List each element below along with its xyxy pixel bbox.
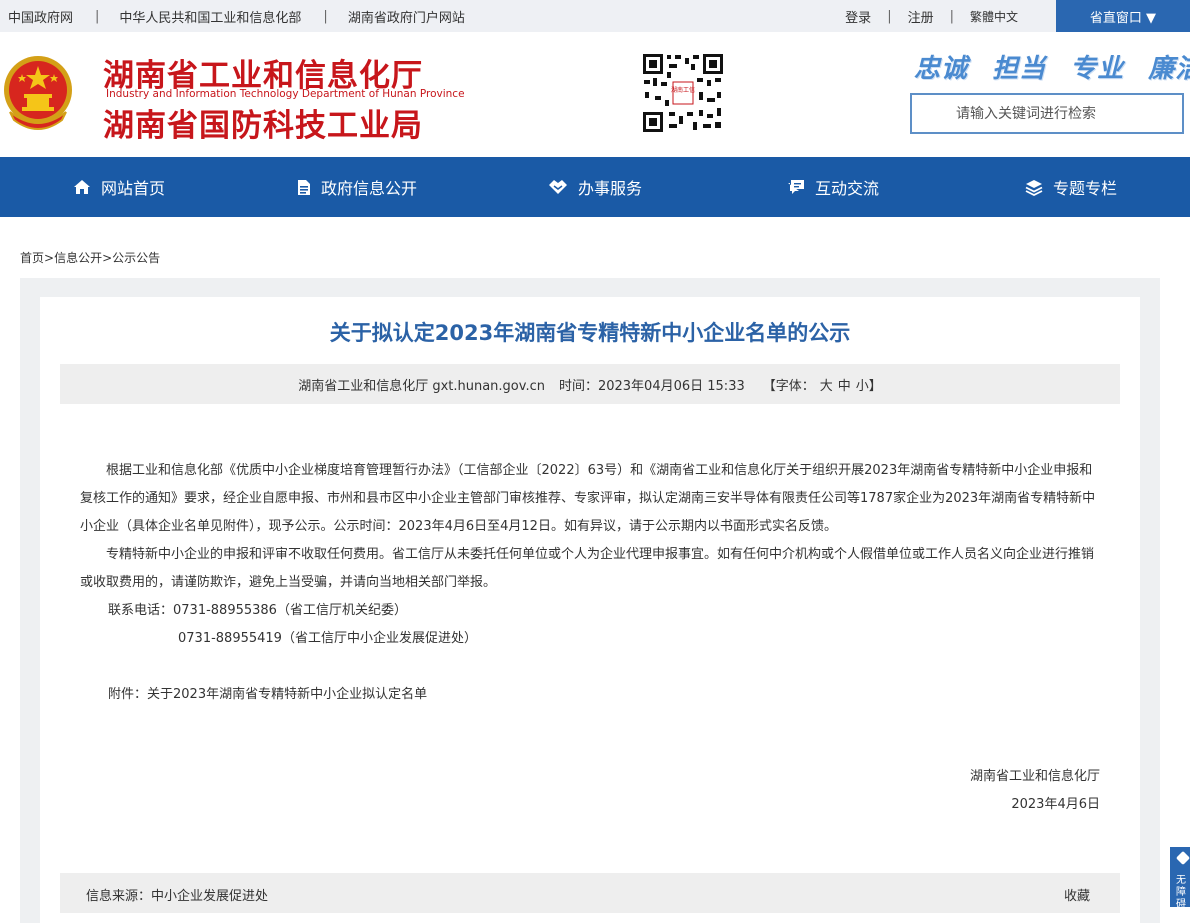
signature: 湖南省工业和信息化厅 2023年4月6日 [970, 763, 1100, 819]
nav-interaction[interactable]: 互动交流 [714, 157, 952, 217]
paragraph-2: 专精特新中小企业的申报和评审不收取任何费用。省工信厅从未委托任何单位或个人为企业… [80, 547, 1095, 590]
separator: | [95, 8, 100, 24]
department-title-en: Industry and Information Technology Depa… [106, 88, 465, 100]
top-bar: 中国政府网 | 中华人民共和国工业和信息化部 | 湖南省政府门户网站 登录 | … [0, 0, 1190, 32]
nav-label: 互动交流 [814, 179, 879, 198]
contact-phone-2: 0731-88955419（省工信厅中小企业发展促进处） [178, 631, 477, 646]
qr-code-icon: 湖南工信 [641, 52, 725, 134]
accessibility-icon [1175, 850, 1190, 866]
article-meta: 湖南省工业和信息化厅 gxt.hunan.gov.cn 时间：2023年04月0… [60, 364, 1120, 404]
top-account: 登录 | 注册 | 繁體中文 省直窗口 ▼ [845, 0, 1190, 32]
nav-label: 办事服务 [577, 179, 642, 198]
home-icon [73, 180, 90, 194]
handshake-icon [548, 180, 567, 194]
link-hunan-gov[interactable]: 湖南省政府门户网站 [348, 7, 465, 26]
font-label: 【字体： [762, 378, 815, 394]
link-miit[interactable]: 中华人民共和国工业和信息化部 [119, 7, 301, 26]
national-emblem-icon [4, 56, 72, 130]
layers-icon [1025, 179, 1043, 196]
breadcrumb-home[interactable]: 首页 [20, 251, 44, 265]
bureau-title-cn: 湖南省国防科技工业局 [103, 108, 423, 144]
info-source-bar: 信息来源：中小企业发展促进处 收藏 [60, 873, 1120, 913]
breadcrumb-notice[interactable]: 公示公告 [112, 251, 160, 265]
search-input[interactable] [912, 95, 1182, 132]
font-medium-button[interactable]: 中 [838, 379, 851, 394]
accessibility-label: 无障碍 [1176, 875, 1186, 907]
contact-phone-1: 联系电话：0731-88955386（省工信厅机关纪委） [108, 603, 407, 618]
breadcrumb-sep: > [102, 251, 113, 265]
slogan-1: 忠诚 [914, 54, 969, 84]
attachment-link[interactable]: 附件：关于2023年湖南省专精特新中小企业拟认定名单 [80, 681, 1102, 709]
meta-source: 湖南省工业和信息化厅 gxt.hunan.gov.cn [298, 378, 545, 394]
nav-label: 网站首页 [100, 179, 165, 198]
chat-icon [787, 180, 804, 194]
nav-label: 政府信息公开 [320, 179, 417, 198]
breadcrumb: 首页>信息公开>公示公告 [20, 249, 160, 266]
breadcrumb-info[interactable]: 信息公开 [54, 251, 102, 265]
nav-gov-info[interactable]: 政府信息公开 [238, 157, 476, 217]
slogan: 忠诚 担当 专业 廉洁 [914, 48, 1190, 85]
slogan-3: 专业 [1070, 54, 1125, 84]
sign-org: 湖南省工业和信息化厅 [969, 769, 1100, 784]
slogan-2: 担当 [992, 54, 1047, 84]
nav-home[interactable]: 网站首页 [0, 157, 238, 217]
article-paper: 关于拟认定2023年湖南省专精特新中小企业名单的公示 湖南省工业和信息化厅 gx… [40, 297, 1140, 923]
nav-label: 专题专栏 [1052, 179, 1117, 198]
document-icon [297, 179, 310, 195]
nav-services[interactable]: 办事服务 [476, 157, 714, 217]
article-title: 关于拟认定2023年湖南省专精特新中小企业名单的公示 [329, 321, 851, 345]
nav-topics[interactable]: 专题专栏 [952, 157, 1190, 217]
slogan-4: 廉洁 [1148, 54, 1190, 84]
login-link[interactable]: 登录 [845, 7, 871, 26]
accessibility-tab[interactable]: 无障碍 [1170, 847, 1190, 907]
search-box [910, 93, 1184, 134]
separator: | [887, 8, 892, 24]
main-nav: 网站首页 政府信息公开 办事服务 互动交流 专题专栏 [0, 157, 1190, 217]
site-header: 湖南省工业和信息化厅 Industry and Information Tech… [0, 32, 1190, 157]
separator: | [323, 8, 328, 24]
traditional-chinese-link[interactable]: 繁體中文 [970, 8, 1018, 25]
separator: | [949, 8, 954, 24]
info-source: 信息来源：中小企业发展促进处 [86, 889, 269, 904]
favorite-button[interactable]: 收藏 [1064, 885, 1090, 904]
link-gov-cn[interactable]: 中国政府网 [8, 7, 73, 26]
font-small-button[interactable]: 小 [856, 379, 869, 394]
font-size-control: 【字体： 大中小】 [763, 375, 882, 394]
sign-date: 2023年4月6日 [1011, 797, 1100, 812]
province-window-button[interactable]: 省直窗口 ▼ [1056, 0, 1190, 32]
paragraph-1: 根据工业和信息化部《优质中小企业梯度培育管理暂行办法》（工信部企业〔2022〕6… [80, 463, 1096, 534]
top-links: 中国政府网 | 中华人民共和国工业和信息化部 | 湖南省政府门户网站 [8, 0, 465, 32]
breadcrumb-sep: > [44, 251, 55, 265]
qr-caption: 湖南工信 [671, 86, 695, 94]
article-body: 根据工业和信息化部《优质中小企业梯度培育管理暂行办法》（工信部企业〔2022〕6… [80, 457, 1102, 709]
meta-time: 时间：2023年04月06日 15:33 [558, 378, 745, 394]
font-large-button[interactable]: 大 [820, 379, 833, 394]
register-link[interactable]: 注册 [908, 7, 934, 26]
font-close: 】 [868, 378, 882, 394]
